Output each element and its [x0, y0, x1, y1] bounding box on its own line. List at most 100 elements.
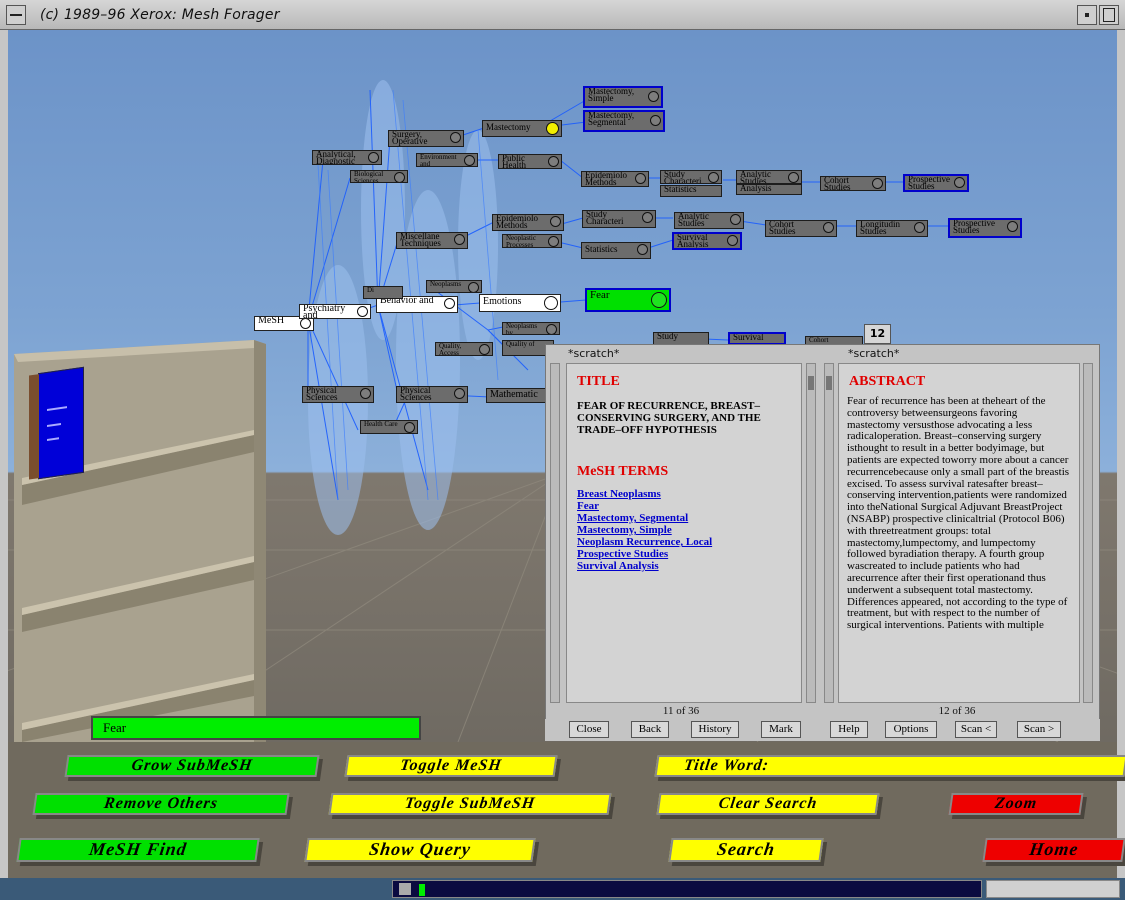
- node-handle-icon: [479, 344, 490, 355]
- tree-node-epidemiology-2[interactable]: Epidemiolo Methods: [492, 214, 564, 231]
- clear-search-button[interactable]: Clear Search: [656, 793, 880, 815]
- scan-forward-button[interactable]: Scan >: [1017, 721, 1061, 738]
- tree-node-mastectomy-segmental[interactable]: Mastectomy, Segmental: [583, 110, 665, 132]
- right-page-scrollbar[interactable]: [1083, 363, 1093, 703]
- bookshelf[interactable]: [14, 340, 266, 742]
- tree-node-survival[interactable]: Survival Analysis: [672, 232, 742, 250]
- scroll-thumb[interactable]: [808, 376, 814, 390]
- abstract-text: Fear of recurrence has been at theheart …: [847, 395, 1070, 632]
- toggle-mesh-button[interactable]: Toggle MeSH: [344, 755, 558, 777]
- tree-node-analysis-1[interactable]: Analysis: [736, 184, 802, 195]
- node-handle-icon: [708, 172, 719, 183]
- history-button[interactable]: History: [691, 721, 739, 738]
- search-term-field[interactable]: Fear: [91, 716, 421, 740]
- grow-submesh-button[interactable]: Grow SubMeSH: [64, 755, 320, 777]
- tree-node-study-char-2[interactable]: Study Characteri: [582, 210, 656, 228]
- tree-node-public-health[interactable]: Public Health: [498, 154, 562, 169]
- right-outer-scrollbar[interactable]: [824, 363, 834, 703]
- tree-node-mastectomy[interactable]: Mastectomy: [482, 120, 562, 137]
- title-word-field[interactable]: Title Word:: [654, 755, 1125, 777]
- mesh-term-link[interactable]: Survival Analysis: [577, 560, 801, 572]
- tree-node-longitudinal[interactable]: Longitudin Studies: [856, 220, 928, 237]
- options-button[interactable]: Options: [885, 721, 937, 738]
- tree-node-physical-1[interactable]: Physical Sciences: [302, 386, 374, 403]
- mesh-term-link[interactable]: Neoplasm Recurrence, Local: [577, 536, 801, 548]
- mark-button[interactable]: Mark: [761, 721, 801, 738]
- show-query-button[interactable]: Show Query: [304, 838, 536, 862]
- tree-node-cohort-1[interactable]: Cohort Studies: [820, 176, 886, 191]
- tree-node-miscellaneous[interactable]: Miscellane Techniques: [396, 232, 468, 249]
- book-on-shelf[interactable]: [29, 366, 84, 480]
- tree-node-di[interactable]: Di: [363, 286, 403, 299]
- help-button[interactable]: Help: [830, 721, 868, 738]
- tree-node-health-care[interactable]: Health Care: [360, 420, 418, 434]
- node-handle-icon: [727, 235, 738, 246]
- toggle-submesh-button[interactable]: Toggle SubMeSH: [328, 793, 612, 815]
- tree-node-neoplastic[interactable]: Neoplastic Processes: [502, 234, 562, 248]
- tree-node-emotions[interactable]: Emotions: [479, 294, 561, 312]
- close-button[interactable]: Close: [569, 721, 609, 738]
- tree-node-statistics-1[interactable]: Statistics: [660, 185, 722, 197]
- left-page-scrollbar[interactable]: [806, 363, 816, 703]
- page-tab[interactable]: 12: [864, 324, 891, 344]
- tree-node-surgery[interactable]: Surgery, Operative: [388, 130, 464, 147]
- scan-back-button[interactable]: Scan <: [955, 721, 997, 738]
- tree-node-mastectomy-simple[interactable]: Mastectomy, Simple: [583, 86, 663, 108]
- mesh-term-link[interactable]: Mastectomy, Simple: [577, 524, 801, 536]
- node-handle-icon: [360, 388, 371, 399]
- zoom-button[interactable]: Zoom: [948, 793, 1084, 815]
- window-menu-button[interactable]: [6, 5, 26, 25]
- tree-node-psychiatry[interactable]: Psychiatry and: [299, 304, 371, 319]
- tree-node-analytic-2[interactable]: Analytic Studies: [674, 212, 744, 229]
- tree-node-neoplasms[interactable]: Neoplasms: [426, 280, 482, 293]
- left-outer-scrollbar[interactable]: [550, 363, 560, 703]
- tree-node-mathematic[interactable]: Mathematic: [486, 388, 550, 403]
- left-page-number: 11 of 36: [662, 705, 700, 717]
- node-handle-icon: [1007, 221, 1018, 232]
- mesh-term-link[interactable]: Mastectomy, Segmental: [577, 512, 801, 524]
- tree-node-cohort-2[interactable]: Cohort Studies: [765, 220, 837, 237]
- node-handle-icon: [444, 298, 455, 309]
- node-handle-icon: [954, 177, 965, 188]
- maximize-button[interactable]: [1099, 5, 1119, 25]
- window-title-bar[interactable]: (c) 1989–96 Xerox: Mesh Forager: [0, 0, 1125, 30]
- tree-node-prospective-1[interactable]: Prospective Studies: [903, 174, 969, 192]
- node-handle-icon: [548, 236, 559, 247]
- tree-node-fear[interactable]: Fear: [585, 288, 671, 312]
- node-handle-icon: [730, 214, 741, 225]
- node-handle-icon: [823, 222, 834, 233]
- minimize-button[interactable]: [1077, 5, 1097, 25]
- mesh-term-link[interactable]: Fear: [577, 500, 801, 512]
- book-window[interactable]: *scratch* TITLE FEAR OF RECURRENCE, BREA…: [545, 344, 1100, 722]
- tree-node-biological[interactable]: Biological Sciences: [350, 170, 408, 183]
- console-arrow-icon[interactable]: [399, 883, 411, 895]
- tree-node-analytic-1[interactable]: Analytic Studies: [736, 170, 802, 184]
- desktop-widget: [986, 880, 1120, 898]
- tree-node-quality-access[interactable]: Quality, Access: [435, 342, 493, 356]
- back-button[interactable]: Back: [631, 721, 669, 738]
- control-panel: Grow SubMeSH Remove Others MeSH Find Tog…: [8, 742, 1125, 878]
- right-page-number: 12 of 36: [938, 705, 976, 717]
- tree-node-statistics-2[interactable]: Statistics: [581, 242, 651, 259]
- scroll-thumb[interactable]: [826, 376, 832, 390]
- left-page: *scratch* TITLE FEAR OF RECURRENCE, BREA…: [546, 345, 816, 721]
- book-button-row: Close Back History Mark Help Options Sca…: [545, 719, 1100, 741]
- mesh-term-link[interactable]: Prospective Studies: [577, 548, 801, 560]
- tree-node-physical-2[interactable]: Physical Sciences: [396, 386, 468, 403]
- node-handle-icon: [637, 244, 648, 255]
- search-button[interactable]: Search: [668, 838, 824, 862]
- tree-node-study-char-1[interactable]: Study Characteri: [660, 170, 722, 184]
- tree-node-neoplasms-by[interactable]: Neoplasms by: [502, 322, 560, 335]
- tree-node-analytical[interactable]: Analytical, Diagnostic: [312, 150, 382, 165]
- home-button[interactable]: Home: [982, 838, 1125, 862]
- node-handle-icon: [368, 152, 379, 163]
- tree-node-prospective-2[interactable]: Prospective Studies: [948, 218, 1022, 238]
- tree-node-environment[interactable]: Environment and: [416, 153, 478, 167]
- tree-node-epidemiology-1[interactable]: Epidemiolo Methods: [581, 171, 649, 187]
- mesh-find-button[interactable]: MeSH Find: [16, 838, 260, 862]
- node-handle-icon: [468, 282, 479, 292]
- remove-others-button[interactable]: Remove Others: [32, 793, 290, 815]
- mesh-term-link[interactable]: Breast Neoplasms: [577, 488, 801, 500]
- node-handle-icon: [357, 306, 368, 317]
- node-handle-icon: [550, 216, 561, 227]
